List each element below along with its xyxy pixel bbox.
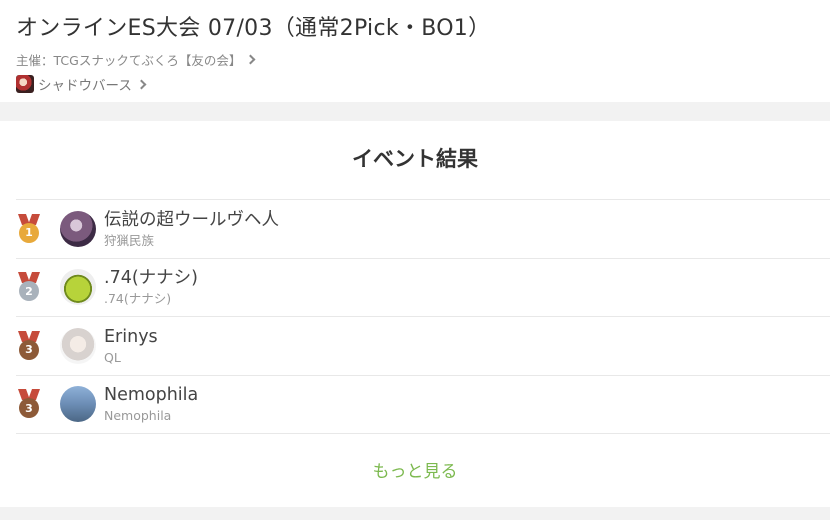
bronze-medal-icon: 3 bbox=[17, 330, 41, 361]
chevron-right-icon bbox=[136, 79, 147, 89]
bronze-medal-icon: 3 bbox=[17, 389, 41, 419]
results-list: 1 伝説の超ウールヴヘ人 狩猟民族 2 .74(ナナシ) .74(ナナシ) 3 bbox=[16, 199, 830, 434]
organizer-link[interactable]: 主催：TCGスナックてぶくろ【友の会】 bbox=[16, 50, 814, 69]
deck-name: Nemophila bbox=[104, 408, 172, 424]
avatar bbox=[60, 210, 96, 247]
chevron-right-icon bbox=[245, 54, 256, 65]
deck-name: 狩猟民族 bbox=[104, 232, 155, 248]
results-title: イベント結果 bbox=[352, 147, 478, 171]
silver-medal-icon: 2 bbox=[17, 272, 41, 302]
results-panel: イベント結果 1 伝説の超ウールヴヘ人 狩猟民族 2 .74(ナナシ) .74(… bbox=[0, 121, 830, 507]
organizer-label: 主催：TCGスナックてぶくろ【友の会】 bbox=[16, 53, 242, 68]
game-icon bbox=[16, 75, 34, 93]
game-link[interactable]: シャドウバース bbox=[16, 74, 814, 94]
result-row[interactable]: 1 伝説の超ウールヴヘ人 狩猟民族 bbox=[16, 200, 830, 259]
game-label: シャドウバース bbox=[38, 78, 132, 94]
deck-name: QL bbox=[104, 349, 121, 365]
result-row[interactable]: 2 .74(ナナシ) .74(ナナシ) bbox=[16, 259, 830, 317]
player-name: Erinys bbox=[104, 326, 158, 347]
result-row[interactable]: 3 Nemophila Nemophila bbox=[16, 376, 830, 434]
result-row[interactable]: 3 Erinys QL bbox=[16, 317, 830, 376]
player-name: 伝説の超ウールヴヘ人 bbox=[104, 209, 279, 230]
event-title: オンラインES大会 07/03（通常2Pick・BO1） bbox=[16, 16, 491, 41]
avatar bbox=[60, 327, 96, 364]
gold-medal-icon: 1 bbox=[17, 213, 41, 244]
player-name: Nemophila bbox=[104, 385, 199, 406]
deck-name: .74(ナナシ) bbox=[104, 291, 172, 307]
event-header: オンラインES大会 07/03（通常2Pick・BO1） 主催：TCGスナックて… bbox=[0, 0, 830, 102]
player-name: .74(ナナシ) bbox=[104, 268, 198, 289]
avatar bbox=[60, 386, 96, 423]
avatar bbox=[60, 269, 96, 306]
show-more-link[interactable]: もっと見る bbox=[0, 457, 830, 482]
